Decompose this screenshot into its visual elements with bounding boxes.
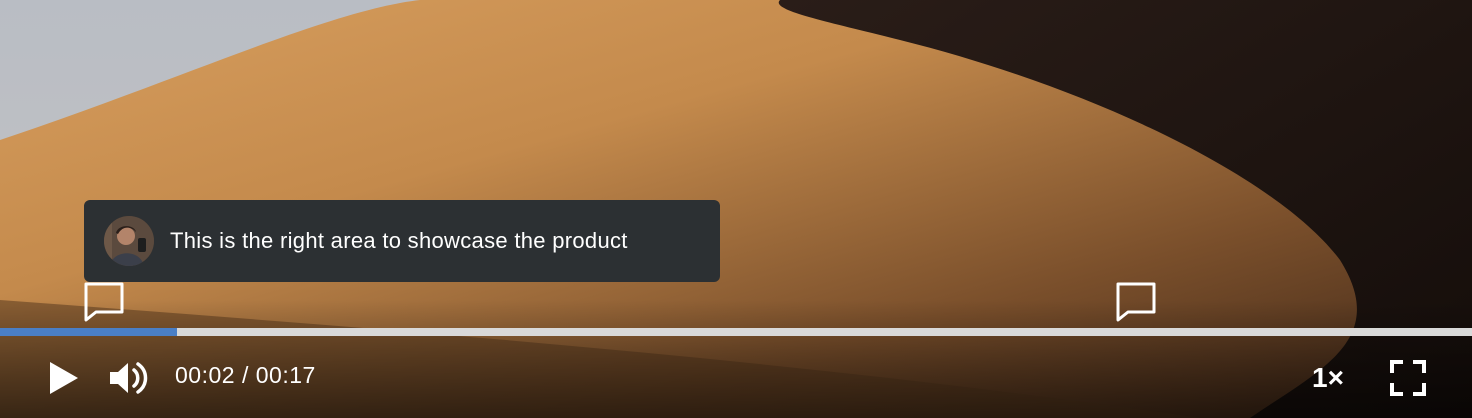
playback-speed-button[interactable]: 1×: [1312, 358, 1344, 398]
current-time: 00:02: [175, 362, 236, 388]
comment-marker-icon[interactable]: [1116, 282, 1158, 322]
duration: 00:17: [255, 362, 316, 388]
comment-tooltip: This is the right area to showcase the p…: [84, 200, 720, 282]
video-player[interactable]: This is the right area to showcase the p…: [0, 0, 1472, 418]
time-separator: /: [235, 362, 256, 388]
time-display: 00:02 / 00:17: [175, 362, 316, 389]
comment-text: This is the right area to showcase the p…: [170, 228, 628, 253]
play-button[interactable]: [44, 358, 84, 398]
progress-played: [0, 328, 177, 336]
control-bar: 00:02 / 00:17 1×: [0, 336, 1472, 418]
user-avatar: [104, 216, 154, 266]
progress-bar[interactable]: [0, 328, 1472, 336]
volume-button[interactable]: [108, 358, 150, 398]
fullscreen-icon: [1390, 360, 1426, 396]
comment-marker-icon[interactable]: [84, 282, 126, 322]
fullscreen-button[interactable]: [1388, 358, 1428, 398]
volume-icon: [110, 362, 148, 394]
play-icon: [50, 362, 78, 394]
